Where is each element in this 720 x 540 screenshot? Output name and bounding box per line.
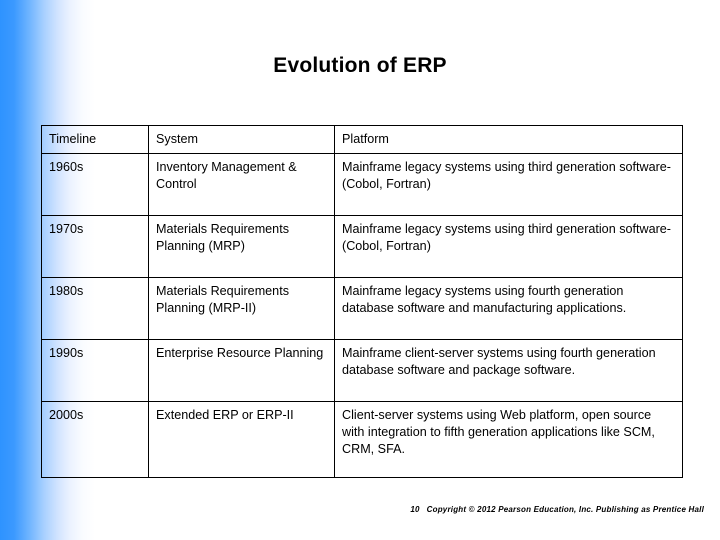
page-title: Evolution of ERP xyxy=(273,54,447,77)
evolution-of-erp-table: Timeline System Platform 1960s Inventory… xyxy=(41,125,683,478)
column-header-timeline: Timeline xyxy=(41,125,149,154)
cell-timeline: 1980s xyxy=(41,277,149,340)
cell-system: Enterprise Resource Planning xyxy=(148,339,335,402)
table-row: 1990s Enterprise Resource Planning Mainf… xyxy=(41,339,683,402)
table-row: 1960s Inventory Management & Control Mai… xyxy=(41,153,683,216)
cell-system: Materials Requirements Planning (MRP) xyxy=(148,215,335,278)
cell-platform: Mainframe legacy systems using third gen… xyxy=(334,215,683,278)
table-row: 1970s Materials Requirements Planning (M… xyxy=(41,215,683,278)
table-row: 2000s Extended ERP or ERP-II Client-serv… xyxy=(41,401,683,478)
cell-system: Inventory Management & Control xyxy=(148,153,335,216)
cell-timeline: 1960s xyxy=(41,153,149,216)
cell-platform: Mainframe legacy systems using fourth ge… xyxy=(334,277,683,340)
table-header-row: Timeline System Platform xyxy=(41,125,683,154)
cell-platform: Mainframe legacy systems using third gen… xyxy=(334,153,683,216)
column-header-system: System xyxy=(148,125,335,154)
table-row: 1980s Materials Requirements Planning (M… xyxy=(41,277,683,340)
cell-system: Extended ERP or ERP-II xyxy=(148,401,335,478)
cell-timeline: 2000s xyxy=(41,401,149,478)
evolution-of-erp-table-container: Timeline System Platform 1960s Inventory… xyxy=(41,125,683,478)
cell-platform: Mainframe client-server systems using fo… xyxy=(334,339,683,402)
copyright-notice: Copyright © 2012 Pearson Education, Inc.… xyxy=(426,505,704,514)
cell-timeline: 1990s xyxy=(41,339,149,402)
cell-system: Materials Requirements Planning (MRP-II) xyxy=(148,277,335,340)
column-header-platform: Platform xyxy=(334,125,683,154)
slide-number: 10 xyxy=(410,505,420,514)
slide-footer: 10 Copyright © 2012 Pearson Education, In… xyxy=(0,505,720,514)
cell-timeline: 1970s xyxy=(41,215,149,278)
slide-canvas: Evolution of ERP Timeline System Platfor… xyxy=(0,0,720,540)
cell-platform: Client-server systems using Web platform… xyxy=(334,401,683,478)
